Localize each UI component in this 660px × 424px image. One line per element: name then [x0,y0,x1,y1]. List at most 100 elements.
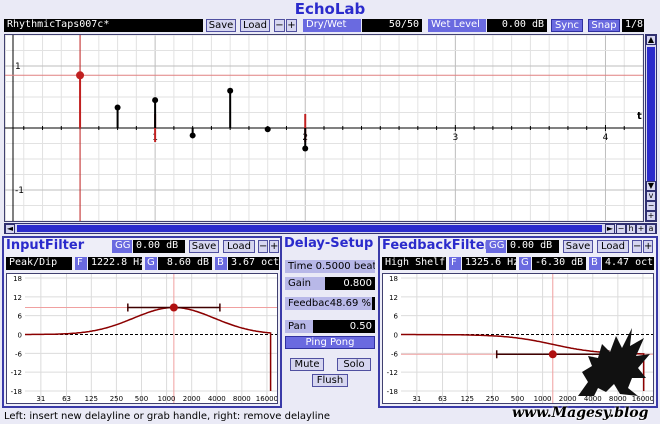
hzoom-plus-button[interactable]: + [636,224,646,234]
vscroll-down-arrow[interactable]: ▼ [646,181,656,191]
snap-button[interactable]: Snap [588,19,620,32]
ff-x-tick-label: 125 [461,395,474,403]
vzoom-minus-button[interactable]: − [646,201,656,211]
timeline-vscrollbar[interactable]: ▲ ▼ v − + [645,34,657,222]
mute-button[interactable]: Mute [290,358,324,371]
timeline-y-tick-label: -1 [15,186,24,196]
feedback-filter-save-button[interactable]: Save [563,240,593,253]
feedback-filter-f-label: F [449,257,461,270]
input-filter-f-value[interactable]: 1222.8 Hz [88,257,142,270]
ff-handle [548,350,557,359]
input-filter-b-value[interactable]: 3.67 oct [228,257,279,270]
tap-point [264,126,271,133]
ff-y-tick-label: 12 [389,294,398,302]
ff-y-tick-label: -12 [387,369,398,377]
input-filter-g-label: G [145,257,157,270]
vscroll-thumb[interactable] [647,47,655,189]
input-filter-gg-label: GG [112,240,132,253]
drywet-value[interactable]: 50/50 [362,19,422,32]
sync-button[interactable]: Sync [551,19,583,32]
if-x-tick-label: 63 [62,395,71,403]
drywet-label: Dry/Wet [303,19,361,32]
tap-point [152,97,159,104]
delay-pan-slider[interactable]: Pan 0.50 [285,320,375,333]
ff-x-tick-label: 63 [438,395,447,403]
input-filter-next-button[interactable]: + [269,240,279,253]
preset-save-button[interactable]: Save [206,19,236,32]
vzoom-plus-button[interactable]: + [646,211,656,221]
delay-timeline[interactable]: 12341-1 t [4,34,644,222]
input-filter-save-button[interactable]: Save [189,240,219,253]
ff-x-tick-label: 31 [412,395,421,403]
if-y-tick-label: 0 [18,332,22,340]
feedback-filter-gg-label: GG [486,240,506,253]
feedback-filter-b-value[interactable]: 4.47 oct [602,257,654,270]
hzoom-minus-button[interactable]: − [616,224,626,234]
timeline-x-tick-label: 4 [603,133,609,143]
ff-y-tick-label: 18 [389,275,398,283]
input-filter-g-value[interactable]: 8.60 dB [158,257,212,270]
if-x-tick-label: 8000 [233,395,251,403]
if-handle [169,303,178,312]
snap-value[interactable]: 1/8 [622,19,644,32]
delay-time-value: 0.5000 beats [315,261,375,272]
feedback-filter-load-button[interactable]: Load [597,240,629,253]
if-x-tick-label: 125 [85,395,98,403]
timeline-hscrollbar[interactable]: ◄ ► − h + a [4,223,657,234]
feedback-filter-g-label: G [519,257,531,270]
tap-point [302,145,309,152]
delay-time-label: Time [288,261,313,272]
hzoom-h-button[interactable]: h [626,224,636,234]
input-filter-type[interactable]: Peak/Dip [6,257,72,270]
feedback-filter-prev-button[interactable]: − [632,240,642,253]
input-filter-plot[interactable]: 18 12 6 0 -6 -12 -18 31 63 125 250 500 1000 2000 4000 8… [7,274,277,403]
feedback-filter-g-value[interactable]: -6.30 dB [532,257,586,270]
hzoom-a-button[interactable]: a [646,224,656,234]
ff-x-tick-label: 1000 [534,395,552,403]
input-filter-load-button[interactable]: Load [223,240,255,253]
input-filter-graph[interactable]: 18 12 6 0 -6 -12 -18 31 63 125 250 500 1000 2000 4000 8… [6,273,278,404]
tap-point [227,87,234,94]
timeline-x-tick-label: 3 [452,133,458,143]
preset-load-button[interactable]: Load [240,19,270,32]
delay-setup-panel: Delay-Setup Time 0.5000 beats Gain 0.800… [283,236,377,408]
delay-gain-label: Gain [288,278,311,289]
timeline-plot[interactable]: 12341-1 t [5,35,643,221]
solo-button[interactable]: Solo [337,358,371,371]
if-x-tick-label: 1000 [158,395,176,403]
preset-prev-button[interactable]: − [274,19,285,32]
if-x-tick-label: 16000 [256,395,277,403]
if-x-tick-label: 250 [110,395,123,403]
flush-button[interactable]: Flush [312,374,348,387]
if-response-curve [25,306,272,391]
hscroll-right-arrow[interactable]: ► [605,224,615,234]
input-filter-gg-value[interactable]: 0.00 dB [133,240,185,253]
if-x-tick-label: 31 [36,395,45,403]
feedback-filter-gg-value[interactable]: 0.00 dB [507,240,559,253]
status-hint: Left: insert new delayline or grab handl… [4,411,330,422]
delay-time-field[interactable]: Time 0.5000 beats [285,260,375,273]
if-y-tick-label: -18 [11,388,22,396]
wet-level-value[interactable]: 0.00 dB [487,19,547,32]
vscroll-up-arrow[interactable]: ▲ [646,35,656,45]
feedback-filter-next-button[interactable]: + [643,240,653,253]
if-y-tick-label: -12 [11,369,22,377]
pingpong-button[interactable]: Ping Pong [285,336,375,349]
hscroll-thumb[interactable] [17,225,602,232]
wet-level-label: Wet Level [428,19,486,32]
preset-name-field[interactable]: RhythmicTaps007c* [4,19,203,32]
input-filter-prev-button[interactable]: − [258,240,268,253]
delay-feedback-slider[interactable]: Feedback 48.69 % [285,297,375,310]
if-y-tick-label: 18 [13,275,22,283]
preset-next-button[interactable]: + [286,19,297,32]
vzoom-v-button[interactable]: v [646,191,656,201]
feedback-filter-type[interactable]: High Shelf [382,257,446,270]
ff-y-tick-label: -6 [391,350,399,358]
hscroll-left-arrow[interactable]: ◄ [5,224,15,234]
if-y-tick-label: 12 [13,294,22,302]
feedback-filter-f-value[interactable]: 1325.6 Hz [462,257,516,270]
griffin-logo [578,328,650,396]
delay-gain-slider[interactable]: Gain 0.800 [285,277,375,290]
timeline-y-tick-label: 1 [15,62,21,72]
if-y-tick-label: -6 [15,350,23,358]
